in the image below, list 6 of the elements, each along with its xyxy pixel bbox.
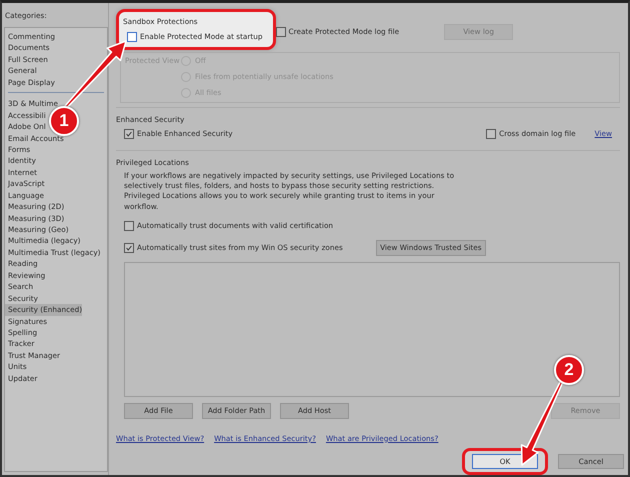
checkbox[interactable] <box>127 32 137 42</box>
checkbox[interactable] <box>124 128 134 139</box>
checkbox[interactable] <box>276 26 286 37</box>
checkbox[interactable] <box>124 220 134 231</box>
checkbox[interactable] <box>486 128 496 139</box>
checkbox[interactable] <box>124 242 134 253</box>
